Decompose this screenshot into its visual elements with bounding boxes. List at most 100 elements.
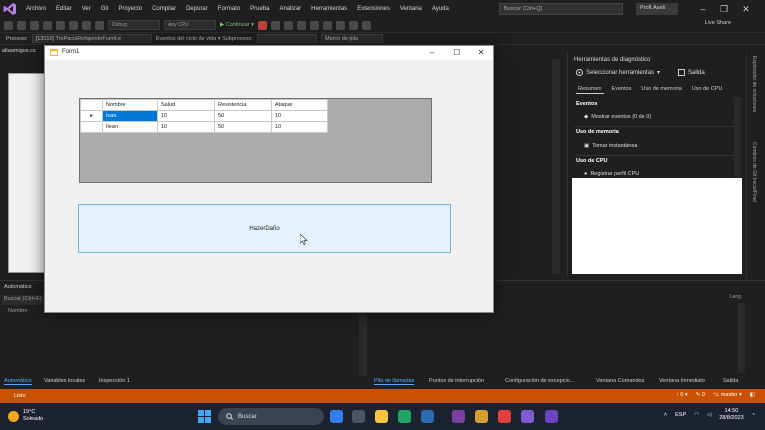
volume-icon[interactable]: ◁	[707, 412, 711, 418]
tab-ventana-inmediato[interactable]: Ventana Inmediato	[659, 378, 705, 384]
restart-icon[interactable]	[270, 20, 280, 30]
hot-reload-icon[interactable]	[335, 20, 345, 30]
output-button[interactable]: Salida	[678, 69, 705, 76]
grid-corner-cell[interactable]	[80, 99, 103, 111]
menu-editar[interactable]: Editar	[51, 6, 77, 12]
new-file-icon[interactable]	[30, 20, 39, 30]
solution-explorer-tab[interactable]: Explorador de soluciones	[751, 56, 757, 112]
menu-herramientas[interactable]: Herramientas	[306, 6, 352, 12]
menu-depurar[interactable]: Depurar	[181, 6, 213, 12]
clock[interactable]: 14:50 28/8/2023	[719, 408, 743, 422]
minimize-icon[interactable]: –	[697, 2, 709, 16]
haz-dano-button[interactable]: HazerDaño	[78, 204, 451, 253]
tab-pila-llamadas[interactable]: Pila de llamadas	[374, 378, 415, 385]
undo-icon[interactable]	[82, 20, 91, 30]
menu-formato[interactable]: Formato	[213, 6, 245, 12]
stack-frame-combo[interactable]: Marco de pila	[320, 34, 383, 43]
menu-compilar[interactable]: Compilar	[147, 6, 181, 12]
breakpoint-icon[interactable]	[322, 20, 332, 30]
tab-uso-memoria[interactable]: Uso de memoria	[639, 85, 683, 94]
continue-button[interactable]: ▶ Continuar ▾	[220, 22, 254, 28]
table-row[interactable]: ▸ Ivan 10 50 10	[80, 110, 328, 122]
form-app-icon[interactable]	[545, 410, 558, 423]
stop-icon[interactable]	[257, 20, 267, 30]
autos-name-column[interactable]: Nombre	[8, 308, 28, 314]
menu-archivo[interactable]: Archivo	[21, 6, 51, 12]
app-icon[interactable]	[498, 410, 511, 423]
menu-extensiones[interactable]: Extensiones	[352, 6, 395, 12]
copilot-icon[interactable]	[330, 410, 343, 423]
taskbar-search[interactable]: Buscar	[218, 408, 324, 425]
call-stack-scrollbar[interactable]	[738, 303, 745, 373]
column-header-ataque[interactable]: Ataque	[271, 99, 328, 111]
wifi-icon[interactable]: ◠	[694, 412, 699, 418]
close-icon[interactable]: ✕	[740, 2, 752, 16]
grid-cell-nombre[interactable]: Ilean	[102, 121, 158, 133]
tab-salida[interactable]: Salida	[723, 378, 738, 384]
tab-eventos[interactable]: Eventos	[610, 85, 634, 94]
file-explorer-icon[interactable]	[375, 410, 388, 423]
edge-icon[interactable]	[398, 410, 411, 423]
profile-button[interactable]: Proft.Aseti	[636, 3, 678, 15]
app-icon[interactable]	[452, 410, 465, 423]
back-icon[interactable]	[4, 20, 13, 30]
save-all-icon[interactable]	[69, 20, 78, 30]
tab-ventana-comandos[interactable]: Ventana Comandos	[596, 378, 644, 384]
data-grid-view[interactable]: Nombre Salud Resistencia Ataque ▸ Ivan 1…	[79, 98, 432, 183]
tab-puntos-interrupcion[interactable]: Puntos de interrupción	[429, 378, 484, 384]
format-icon[interactable]	[361, 20, 371, 30]
status-changes[interactable]: ✎ 0	[696, 392, 705, 398]
forward-icon[interactable]	[17, 20, 26, 30]
grid-cell-resistencia[interactable]: 50	[214, 110, 272, 122]
tab-variables-locales[interactable]: Variables locales	[44, 378, 85, 384]
visual-studio-logo-icon[interactable]	[3, 2, 17, 16]
take-snapshot-link[interactable]: ▣ Tomar instantánea	[584, 143, 637, 149]
table-row[interactable]: Ilean 10 50 10	[80, 121, 328, 133]
grid-cell-salud[interactable]: 10	[157, 110, 215, 122]
menu-prueba[interactable]: Prueba	[245, 6, 274, 12]
platform-combo[interactable]: Any CPU	[164, 20, 216, 30]
tab-resumen[interactable]: Resumen	[576, 85, 604, 94]
search-input[interactable]: Buscar (Ctrl+Q)	[499, 3, 623, 15]
process-combo[interactable]: [13010] TrePaciaRefajendeFuent.e	[31, 34, 152, 43]
row-selector-current[interactable]: ▸	[80, 110, 103, 122]
grid-cell-salud[interactable]: 10	[157, 121, 215, 133]
lifecycle-events[interactable]: Eventos del ciclo de vida ▾ Subproceso:	[156, 36, 253, 42]
record-cpu-link[interactable]: ● Registrar perfil CPU	[584, 171, 639, 177]
step-over-icon[interactable]	[283, 20, 293, 30]
menu-ventana[interactable]: Ventana	[395, 6, 427, 12]
weather-widget[interactable]: 19°C Soleado	[8, 409, 43, 423]
grid-cell-resistencia[interactable]: 50	[214, 121, 272, 133]
chevron-up-icon[interactable]: ˄	[664, 412, 667, 418]
grid-cell-nombre[interactable]: Ivan	[102, 110, 158, 122]
status-push[interactable]: ↑ 0 ▾	[676, 392, 688, 398]
redo-icon[interactable]	[95, 20, 104, 30]
live-share-button[interactable]: Live Share	[705, 20, 731, 26]
save-icon[interactable]	[56, 20, 65, 30]
thread-combo[interactable]	[256, 34, 317, 43]
tab-configuracion-excepciones[interactable]: Configuración de excepcio...	[505, 378, 574, 384]
store-icon[interactable]	[421, 410, 434, 423]
status-notifications[interactable]: ◧	[750, 392, 755, 398]
document-tab[interactable]: altaamigos.cs	[2, 48, 36, 54]
task-view-icon[interactable]	[352, 410, 365, 423]
form1-titlebar[interactable]: Form1 – ☐ ✕	[45, 46, 493, 60]
tab-inspeccion[interactable]: Inspección 1	[99, 378, 130, 384]
open-icon[interactable]	[43, 20, 52, 30]
diagnostic-scrollbar[interactable]	[734, 97, 741, 177]
select-tools-button[interactable]: Seleccionar herramientas ▾	[576, 69, 660, 76]
git-changes-tab[interactable]: Cambios de Git Inicio/Final	[751, 142, 757, 202]
language-column[interactable]: Leng	[730, 294, 741, 300]
windows-start-icon[interactable]	[198, 410, 211, 423]
restore-icon[interactable]: ❐	[718, 2, 730, 16]
language-indicator[interactable]: ESP	[675, 412, 686, 418]
close-icon[interactable]: ✕	[474, 47, 488, 59]
visual-studio-icon[interactable]	[521, 410, 534, 423]
app-icon[interactable]	[475, 410, 488, 423]
column-header-resistencia[interactable]: Resistencia	[214, 99, 272, 111]
minimize-icon[interactable]: –	[425, 47, 439, 59]
step-out-icon[interactable]	[309, 20, 319, 30]
notification-icon[interactable]: ◔	[752, 412, 755, 418]
diagnostics-icon[interactable]	[348, 20, 358, 30]
maximize-icon[interactable]: ☐	[450, 47, 464, 59]
